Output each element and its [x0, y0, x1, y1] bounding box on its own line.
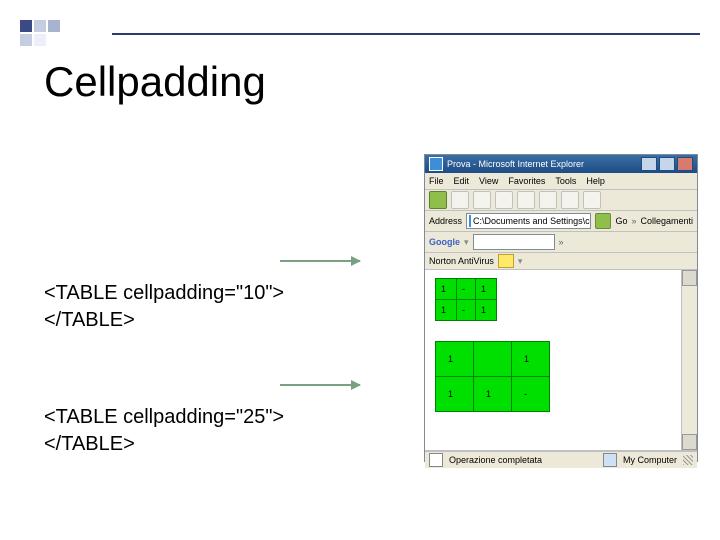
menu-tools[interactable]: Tools: [555, 176, 576, 186]
code-block-2: <TABLE cellpadding="25"> </TABLE>: [44, 404, 284, 458]
go-label: Go: [615, 216, 627, 226]
address-bar: Address C:\Documents and Settings\cadole…: [425, 211, 697, 232]
norton-label: Norton AntiVirus: [429, 256, 494, 266]
address-input[interactable]: C:\Documents and Settings\cadoley\Deskto…: [466, 213, 591, 229]
favorites-button[interactable]: [561, 191, 579, 209]
close-button[interactable]: [677, 157, 693, 171]
history-button[interactable]: [583, 191, 601, 209]
links-label[interactable]: Collegamenti: [640, 216, 693, 226]
status-bar: Operazione completata My Computer: [425, 451, 697, 468]
code-line: <TABLE cellpadding="25">: [44, 404, 284, 431]
go-button[interactable]: [595, 213, 611, 229]
zone-text: My Computer: [623, 455, 677, 465]
stop-button[interactable]: [473, 191, 491, 209]
browser-toolbar: [425, 190, 697, 211]
browser-menubar: File Edit View Favorites Tools Help: [425, 173, 697, 190]
status-icon: [429, 453, 443, 467]
scroll-up-button[interactable]: [682, 270, 697, 286]
slide-title: Cellpadding: [44, 58, 266, 106]
maximize-button[interactable]: [659, 157, 675, 171]
arrow-to-example-1: [280, 260, 360, 262]
minimize-button[interactable]: [641, 157, 657, 171]
browser-titlebar[interactable]: Prova - Microsoft Internet Explorer: [425, 155, 697, 173]
ie-icon: [429, 157, 443, 171]
arrow-to-example-2: [280, 384, 360, 386]
code-block-1: <TABLE cellpadding="10"> </TABLE>: [44, 280, 284, 334]
home-button[interactable]: [517, 191, 535, 209]
search-button[interactable]: [539, 191, 557, 209]
norton-icon[interactable]: [498, 254, 514, 268]
demo-table-small: 1-1 1-1: [435, 278, 497, 321]
scroll-down-button[interactable]: [682, 434, 697, 450]
google-toolbar: Google ▾ »: [425, 232, 697, 253]
code-line: </TABLE>: [44, 431, 284, 458]
scrollbar-vertical[interactable]: [681, 270, 697, 450]
page-icon: [469, 215, 471, 227]
menu-file[interactable]: File: [429, 176, 444, 186]
address-text: C:\Documents and Settings\cadoley\Deskto…: [473, 216, 591, 226]
window-title: Prova - Microsoft Internet Explorer: [447, 159, 639, 169]
menu-help[interactable]: Help: [586, 176, 605, 186]
resize-grip[interactable]: [683, 455, 693, 465]
browser-window: Prova - Microsoft Internet Explorer File…: [424, 154, 698, 462]
zone-icon: [603, 453, 617, 467]
norton-toolbar: Norton AntiVirus ▾: [425, 253, 697, 270]
google-search-input[interactable]: [473, 234, 555, 250]
header-rule: [112, 33, 700, 35]
menu-view[interactable]: View: [479, 176, 498, 186]
menu-edit[interactable]: Edit: [454, 176, 470, 186]
google-logo[interactable]: Google: [429, 237, 460, 247]
code-line: </TABLE>: [44, 307, 284, 334]
address-label: Address: [429, 216, 462, 226]
corner-deco: [20, 20, 110, 44]
demo-table-large: 11 11-: [435, 341, 550, 412]
menu-favorites[interactable]: Favorites: [508, 176, 545, 186]
back-button[interactable]: [429, 191, 447, 209]
browser-viewport: 1-1 1-1 11 11-: [425, 270, 697, 451]
code-line: <TABLE cellpadding="10">: [44, 280, 284, 307]
status-text: Operazione completata: [449, 455, 597, 465]
refresh-button[interactable]: [495, 191, 513, 209]
forward-button[interactable]: [451, 191, 469, 209]
